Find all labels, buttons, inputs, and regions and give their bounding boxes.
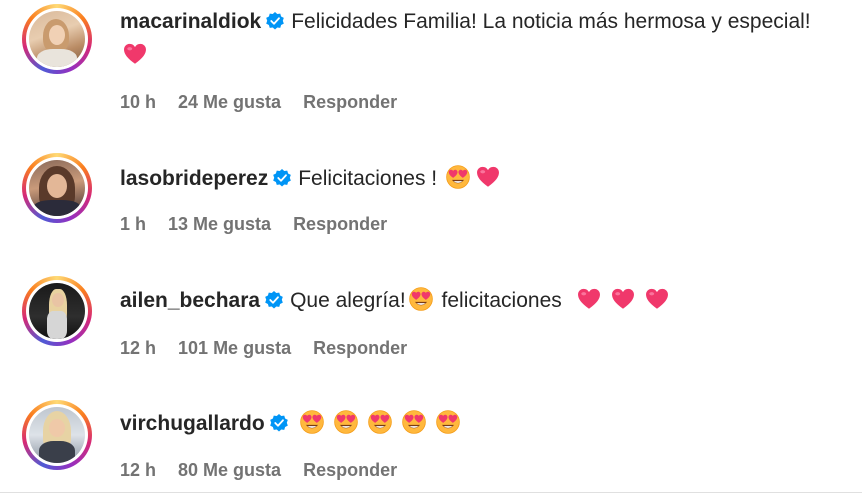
comment-username[interactable]: macarinaldiok (120, 10, 261, 33)
likes-count-link[interactable]: 24 Me gusta (178, 92, 281, 112)
heart-emoji-icon (576, 286, 602, 312)
verified-badge-icon (272, 168, 292, 188)
verified-badge-icon (264, 290, 284, 310)
comment-meta: 1 h 13 Me gusta Responder (120, 213, 409, 235)
comment-time: 12 h (120, 338, 157, 358)
comment-body: macarinaldiok Felicidades Familia! La not… (120, 5, 842, 73)
comment-text: Que alegría! (290, 289, 406, 312)
comment-body: virchugallardo (120, 407, 842, 441)
heart-emoji-icon (610, 286, 636, 312)
avatar[interactable] (22, 276, 92, 346)
comment-text-continued: felicitaciones (441, 289, 562, 312)
heart-emoji-icon (644, 286, 670, 312)
comment-text: Felicitaciones ! (298, 167, 438, 190)
heart-eyes-emoji-icon (445, 164, 471, 190)
comment-time: 1 h (120, 214, 147, 234)
comment-body: ailen_bechara Que alegría! felicitaciones (120, 284, 842, 318)
comment-time: 10 h (120, 92, 157, 112)
reply-button[interactable]: Responder (293, 214, 387, 234)
divider (0, 492, 862, 493)
heart-eyes-emoji-icon (435, 409, 461, 435)
heart-emoji-icon (475, 164, 501, 190)
comment-time: 12 h (120, 460, 157, 480)
verified-badge-icon (265, 11, 285, 31)
heart-eyes-emoji-icon (408, 286, 434, 312)
heart-emoji-icon (122, 41, 148, 67)
comment-meta: 12 h 80 Me gusta Responder (120, 459, 419, 481)
comment-meta: 10 h 24 Me gusta Responder (120, 91, 419, 113)
avatar[interactable] (22, 153, 92, 223)
likes-count-link[interactable]: 80 Me gusta (178, 460, 281, 480)
verified-badge-icon (269, 413, 289, 433)
likes-count-link[interactable]: 13 Me gusta (168, 214, 271, 234)
heart-eyes-emoji-icon (333, 409, 359, 435)
reply-button[interactable]: Responder (303, 460, 397, 480)
comment-meta: 12 h 101 Me gusta Responder (120, 337, 429, 359)
heart-eyes-emoji-icon (299, 409, 325, 435)
reply-button[interactable]: Responder (313, 338, 407, 358)
comment-username[interactable]: lasobrideperez (120, 167, 268, 190)
comment-text: Felicidades Familia! La noticia más herm… (291, 10, 811, 33)
avatar[interactable] (22, 400, 92, 470)
avatar[interactable] (22, 4, 92, 74)
heart-eyes-emoji-icon (367, 409, 393, 435)
comment-username[interactable]: ailen_bechara (120, 289, 260, 312)
likes-count-link[interactable]: 101 Me gusta (178, 338, 291, 358)
heart-eyes-emoji-icon (401, 409, 427, 435)
comment-username[interactable]: virchugallardo (120, 412, 265, 435)
reply-button[interactable]: Responder (303, 92, 397, 112)
comment-body: lasobrideperez Felicitaciones ! (120, 162, 842, 196)
